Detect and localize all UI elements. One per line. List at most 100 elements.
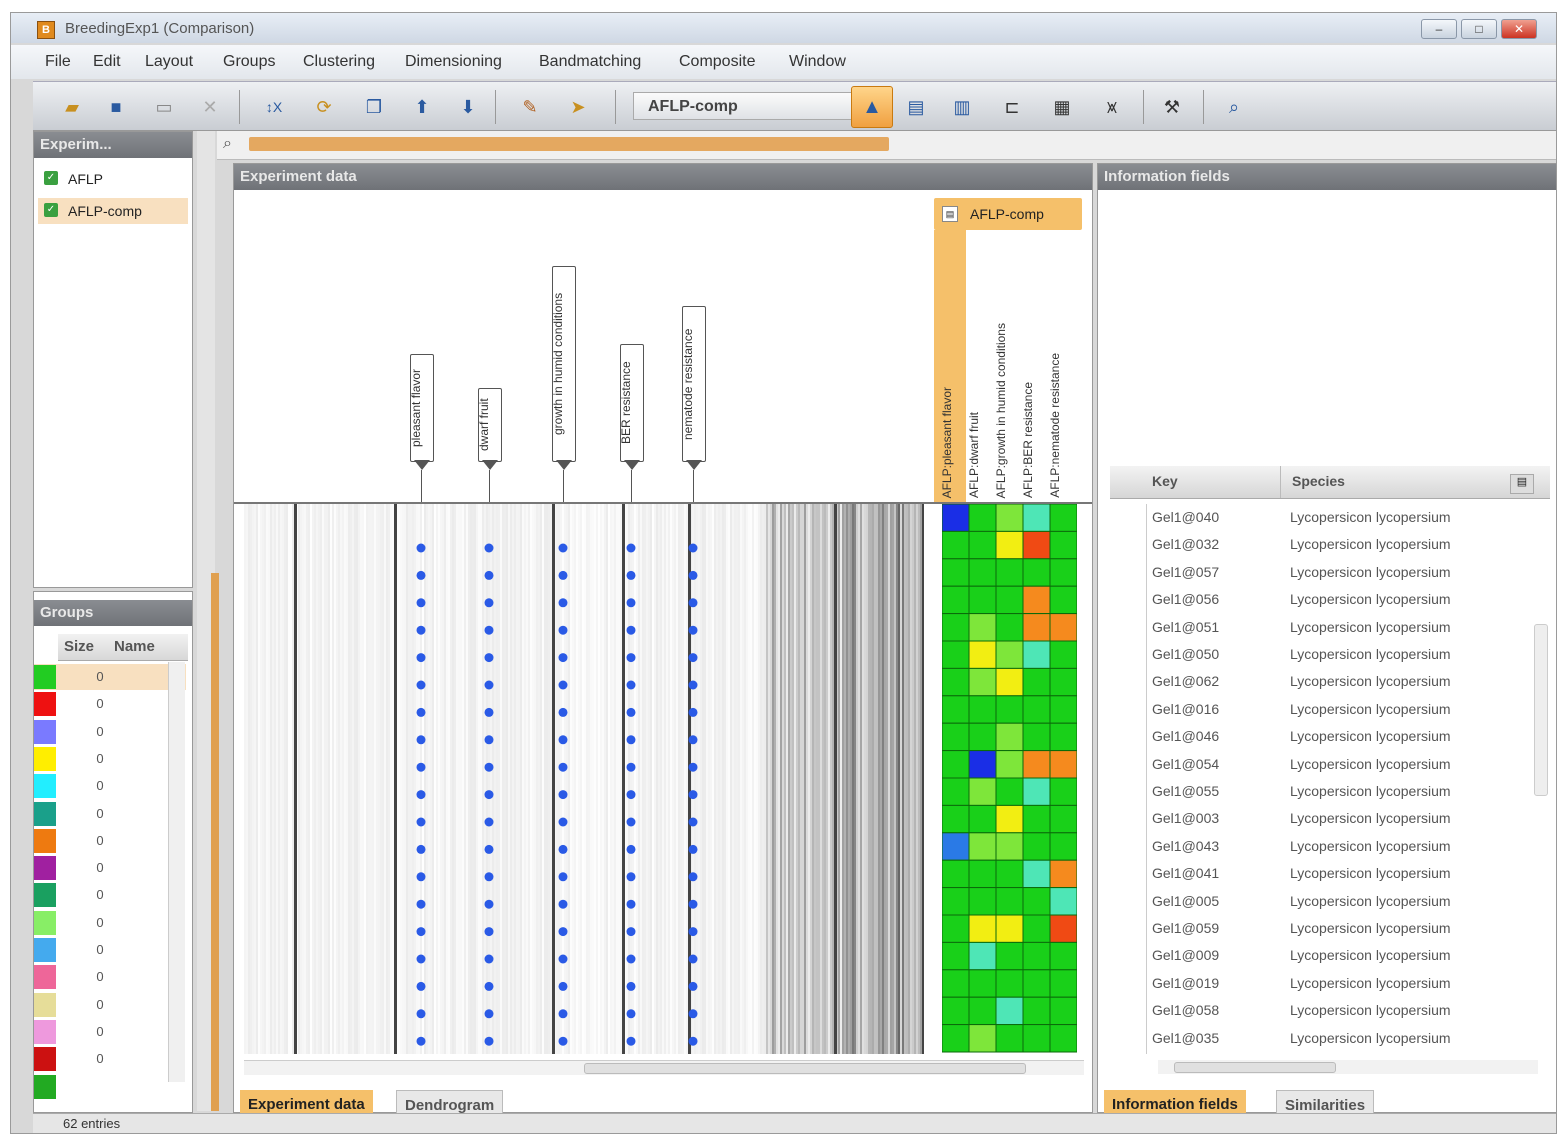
info-horizontal-scrollbar[interactable] xyxy=(1158,1060,1538,1074)
heatmap-cell[interactable] xyxy=(942,1024,970,1053)
info-row-key[interactable]: Gel1@009 xyxy=(1152,942,1219,969)
heatmap-cell[interactable] xyxy=(968,585,997,615)
heatmap-cell[interactable] xyxy=(1022,969,1051,998)
heatmap-cell[interactable] xyxy=(942,832,970,861)
group-row[interactable]: 0 xyxy=(34,1046,186,1072)
heatmap-cell[interactable] xyxy=(968,914,997,943)
heatmap-cell[interactable] xyxy=(1022,530,1051,560)
group-row[interactable]: 0 xyxy=(34,801,186,827)
group-row[interactable]: 0 xyxy=(34,828,186,854)
refresh-icon[interactable]: ⟳ xyxy=(311,94,337,120)
info-row-species[interactable]: Lycopersicon lycopersium xyxy=(1290,805,1451,832)
heatmap-cell[interactable] xyxy=(1022,914,1051,943)
menu-file[interactable]: File xyxy=(45,53,71,71)
info-row-key[interactable]: Gel1@040 xyxy=(1152,504,1219,531)
info-row-species[interactable]: Lycopersicon lycopersium xyxy=(1290,641,1451,668)
info-row-species[interactable]: Lycopersicon lycopersium xyxy=(1290,888,1451,915)
heatmap-cell[interactable] xyxy=(1049,941,1077,971)
info-row-species[interactable]: Lycopersicon lycopersium xyxy=(1290,833,1451,860)
heatmap-cell[interactable] xyxy=(1022,777,1051,806)
menu-groups[interactable]: Groups xyxy=(223,53,275,71)
heatmap-cell[interactable] xyxy=(995,887,1024,916)
delete-icon[interactable]: ✕ xyxy=(197,94,223,120)
group-row[interactable]: 0 xyxy=(34,910,186,936)
heatmap-cell[interactable] xyxy=(1049,777,1077,806)
matrix-icon[interactable]: ▦ xyxy=(1049,94,1075,120)
marker-flag[interactable]: BER resistance xyxy=(619,344,644,462)
heatmap-cell[interactable] xyxy=(1022,640,1051,669)
groups-scrollbar[interactable] xyxy=(168,662,185,1082)
edit-pencil-icon[interactable]: ✎ xyxy=(517,94,543,120)
heatmap-cell[interactable] xyxy=(995,722,1024,752)
heatmap-cell[interactable] xyxy=(995,914,1024,943)
table-view-icon[interactable]: ▤ xyxy=(903,94,929,120)
group-row[interactable]: 0 xyxy=(34,855,186,881)
heatmap-cell[interactable] xyxy=(942,750,970,779)
maximize-button[interactable]: □ xyxy=(1461,19,1497,39)
column-chooser-icon[interactable]: ▤ xyxy=(1510,474,1534,494)
heatmap-cell[interactable] xyxy=(995,832,1024,861)
marker-flag[interactable]: growth in humid conditions xyxy=(551,266,576,462)
scrollbar-thumb[interactable] xyxy=(584,1063,1026,1074)
heatmap-cell[interactable] xyxy=(942,859,970,889)
column-size[interactable]: Size xyxy=(64,638,94,655)
heatmap-cell[interactable] xyxy=(995,640,1024,669)
heatmap-cell[interactable] xyxy=(968,722,997,752)
info-row-key[interactable]: Gel1@056 xyxy=(1152,586,1219,613)
search-input[interactable] xyxy=(249,137,889,151)
heatmap-cell[interactable] xyxy=(968,695,997,724)
heatmap-cell[interactable] xyxy=(1049,722,1077,752)
menu-composite[interactable]: Composite xyxy=(679,53,755,71)
search-icon[interactable]: ⌕ xyxy=(223,135,232,153)
heatmap-cell[interactable] xyxy=(942,558,970,587)
heatmap-cell[interactable] xyxy=(968,859,997,889)
heatmap-cell[interactable] xyxy=(968,941,997,971)
heatmap-cell[interactable] xyxy=(1022,667,1051,697)
heatmap-cell[interactable] xyxy=(995,804,1024,834)
heatmap-cell[interactable] xyxy=(1049,750,1077,779)
info-row-species[interactable]: Lycopersicon lycopersium xyxy=(1290,504,1451,531)
info-row-species[interactable]: Lycopersicon lycopersium xyxy=(1290,751,1451,778)
info-row-species[interactable]: Lycopersicon lycopersium xyxy=(1290,723,1451,750)
menu-edit[interactable]: Edit xyxy=(93,53,121,71)
menu-bandmatching[interactable]: Bandmatching xyxy=(539,53,641,71)
heatmap-cell[interactable] xyxy=(1049,530,1077,560)
column-name[interactable]: Name xyxy=(114,638,155,655)
heatmap-cell[interactable] xyxy=(942,695,970,724)
heatmap-cell[interactable] xyxy=(968,640,997,669)
heatmap-cell[interactable] xyxy=(968,777,997,806)
scrollbar-thumb[interactable] xyxy=(1174,1062,1336,1073)
experiment-item-aflp[interactable]: ✓ AFLP xyxy=(38,166,188,192)
heatmap-cell[interactable] xyxy=(1022,504,1051,532)
heatmap-cell[interactable] xyxy=(968,996,997,1026)
info-vertical-scrollbar[interactable] xyxy=(1534,624,1548,796)
info-row-key[interactable]: Gel1@051 xyxy=(1152,614,1219,641)
heatmap-cell[interactable] xyxy=(968,613,997,642)
heatmap-cell[interactable] xyxy=(1022,887,1051,916)
info-row-key[interactable]: Gel1@059 xyxy=(1152,915,1219,942)
heatmap-cell[interactable] xyxy=(1049,996,1077,1026)
group-row[interactable]: 0 xyxy=(34,964,186,990)
info-row-species[interactable]: Lycopersicon lycopersium xyxy=(1290,696,1451,723)
heatmap-cell[interactable] xyxy=(942,667,970,697)
sort-icon[interactable]: ↕X xyxy=(261,94,287,120)
composite-column-label[interactable]: AFLP:dwarf fruit xyxy=(967,412,981,498)
heatmap-cell[interactable] xyxy=(968,969,997,998)
group-row[interactable]: 0 xyxy=(34,773,186,799)
info-row-key[interactable]: Gel1@058 xyxy=(1152,997,1219,1024)
composite-column-label[interactable]: AFLP:BER resistance xyxy=(1021,382,1035,498)
heatmap-cell[interactable] xyxy=(1049,969,1077,998)
group-row[interactable]: 0 xyxy=(34,664,186,690)
menu-clustering[interactable]: Clustering xyxy=(303,53,375,71)
info-row-key[interactable]: Gel1@035 xyxy=(1152,1025,1219,1052)
heatmap-cell[interactable] xyxy=(1049,667,1077,697)
forward-icon[interactable]: ➤ xyxy=(565,94,591,120)
marker-flag[interactable]: pleasant flavor xyxy=(409,354,434,462)
info-row-species[interactable]: Lycopersicon lycopersium xyxy=(1290,942,1451,969)
heatmap-cell[interactable] xyxy=(968,750,997,779)
heatmap-cell[interactable] xyxy=(1049,504,1077,532)
group-row[interactable]: 0 xyxy=(34,882,186,908)
info-row-key[interactable]: Gel1@046 xyxy=(1152,723,1219,750)
arrow-up-icon[interactable]: ⬆ xyxy=(409,94,435,120)
info-row-key[interactable]: Gel1@043 xyxy=(1152,833,1219,860)
